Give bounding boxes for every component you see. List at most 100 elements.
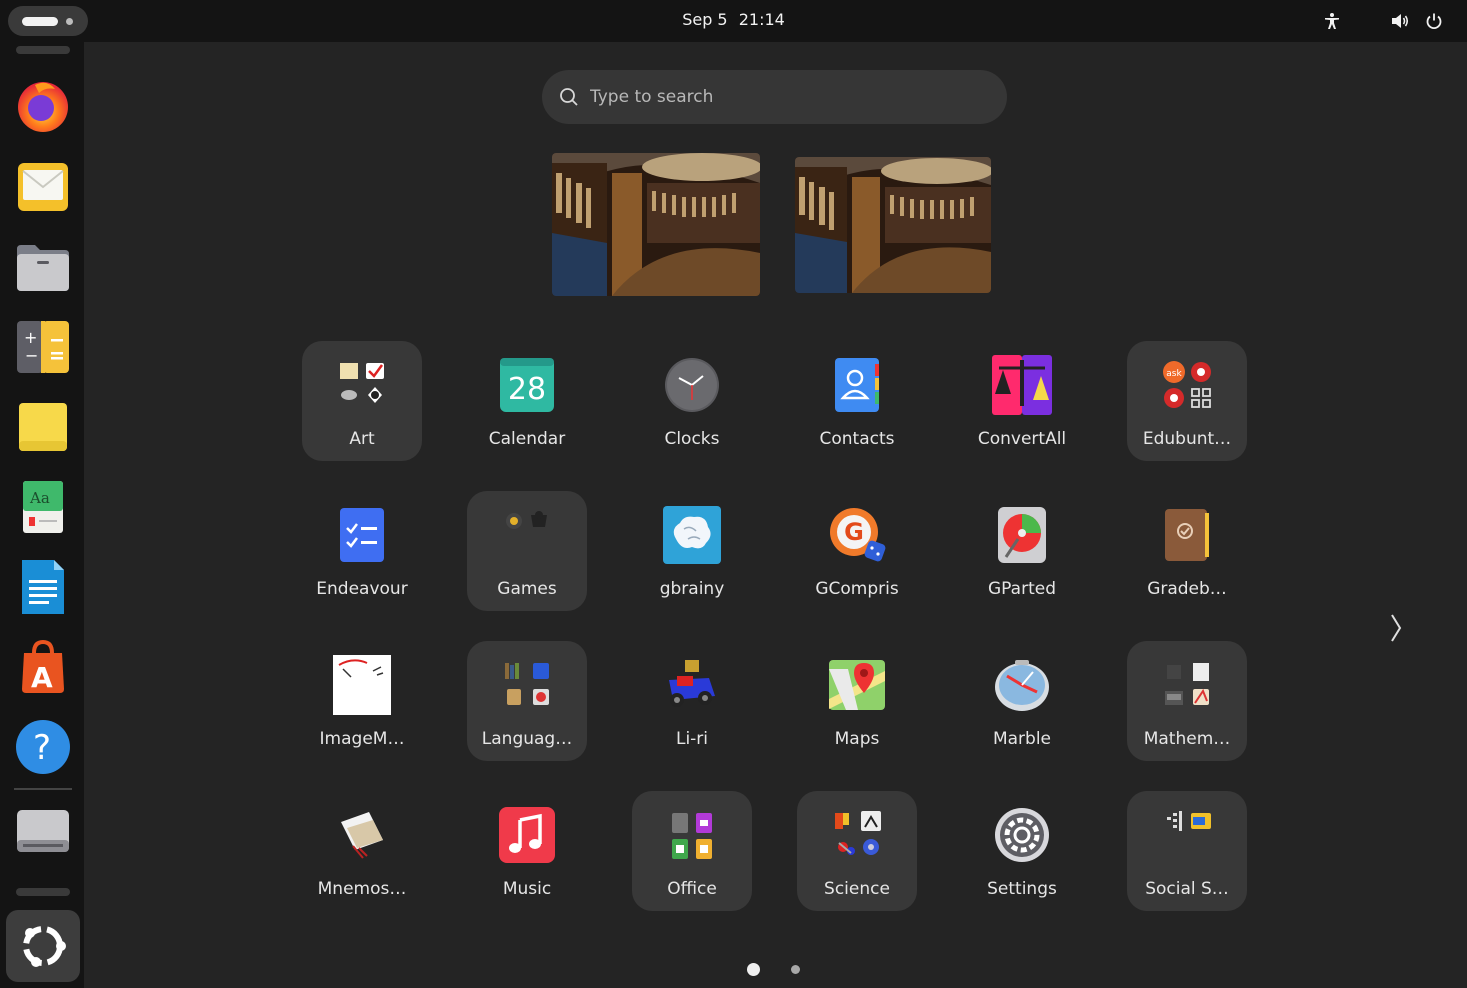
app-clocks[interactable]: Clocks: [632, 341, 752, 461]
dock-dictionary[interactable]: Aa: [14, 478, 72, 536]
app-label: Gradeb…: [1147, 579, 1227, 599]
app-label: Music: [502, 879, 552, 899]
app-label: ImageM…: [319, 729, 405, 749]
app-marble[interactable]: Marble: [962, 641, 1082, 761]
volume-icon[interactable]: [1388, 9, 1412, 33]
chevron-right-icon: [1391, 614, 1402, 642]
app-label: ConvertAll: [977, 429, 1067, 449]
svg-text:Aa: Aa: [29, 489, 50, 507]
workspace-thumbnail-1[interactable]: [552, 153, 760, 296]
dock-firefox[interactable]: [14, 76, 72, 134]
app-grid-view: Art 28 Calendar Clocks: [84, 42, 1467, 988]
app-label: Languag…: [481, 729, 573, 749]
app-contacts[interactable]: Contacts: [797, 341, 917, 461]
svg-text:+: +: [24, 328, 37, 347]
app-label: Office: [667, 879, 717, 899]
dock: + − Aa A ?: [0, 42, 84, 988]
dock-mail[interactable]: [14, 158, 72, 216]
app-language-folder[interactable]: Languag…: [467, 641, 587, 761]
maps-icon: [825, 653, 889, 717]
liri-icon: [660, 653, 724, 717]
gradebook-icon: [1155, 503, 1219, 567]
gcompris-icon: G: [825, 503, 889, 567]
app-games-folder[interactable]: Games: [467, 491, 587, 611]
convertall-icon: [990, 353, 1054, 417]
app-label: Clocks: [664, 429, 720, 449]
science-folder-icon: [825, 803, 889, 867]
app-liri[interactable]: Li-ri: [632, 641, 752, 761]
power-icon[interactable]: [1422, 9, 1446, 33]
app-mnemosyne[interactable]: Mnemos…: [302, 791, 422, 911]
dock-drive[interactable]: [14, 802, 72, 860]
app-label: Mathem…: [1143, 729, 1231, 749]
dictionary-icon: Aa: [23, 481, 63, 533]
contacts-icon: [825, 353, 889, 417]
office-folder-icon: [660, 803, 724, 867]
search-input[interactable]: [590, 80, 990, 114]
dock-files[interactable]: [14, 238, 72, 296]
games-folder-icon: [495, 503, 559, 567]
workspace-thumbnail-2[interactable]: [795, 157, 991, 293]
language-folder-icon: [495, 653, 559, 717]
clock-button[interactable]: Sep 5 21:14: [0, 10, 1467, 29]
app-gcompris[interactable]: G GCompris: [797, 491, 917, 611]
dock-scroll-top: [16, 46, 70, 54]
page-indicator-1[interactable]: [747, 963, 760, 976]
settings-icon: [990, 803, 1054, 867]
accessibility-icon[interactable]: [1320, 9, 1344, 33]
mathematics-folder-icon: [1155, 653, 1219, 717]
notes-icon: [19, 403, 67, 451]
dock-scroll-bottom: [16, 888, 70, 896]
app-settings[interactable]: Settings: [962, 791, 1082, 911]
edubuntu-folder-icon: ask: [1155, 353, 1219, 417]
app-mathematics-folder[interactable]: Mathem…: [1127, 641, 1247, 761]
app-calendar[interactable]: 28 Calendar: [467, 341, 587, 461]
app-label: Settings: [987, 879, 1057, 899]
app-science-folder[interactable]: Science: [797, 791, 917, 911]
app-label: gbrainy: [659, 579, 725, 599]
app-music[interactable]: Music: [467, 791, 587, 911]
app-gradebook[interactable]: Gradeb…: [1127, 491, 1247, 611]
app-convertall[interactable]: ConvertAll: [962, 341, 1082, 461]
app-label: Maps: [834, 729, 880, 749]
app-label: GParted: [988, 579, 1056, 599]
app-label: Calendar: [488, 429, 566, 449]
svg-text:ask: ask: [1166, 369, 1182, 379]
app-label: Science: [824, 879, 890, 899]
app-label: Mnemos…: [317, 879, 407, 899]
app-office-folder[interactable]: Office: [632, 791, 752, 911]
app-gparted[interactable]: GParted: [962, 491, 1082, 611]
library-wallpaper-image: [552, 153, 760, 296]
gbrainy-icon: [660, 503, 724, 567]
date-text: Sep 5: [682, 10, 728, 29]
art-folder-icon: [330, 353, 394, 417]
app-label: Art: [349, 429, 375, 449]
calculator-icon: + −: [17, 321, 69, 373]
dock-calculator[interactable]: + −: [14, 318, 72, 376]
calendar-day: 28: [508, 372, 546, 407]
dock-help[interactable]: ?: [14, 718, 72, 776]
app-label: Li-ri: [675, 729, 709, 749]
dock-writer[interactable]: [14, 558, 72, 616]
page-indicator-2[interactable]: [791, 965, 800, 974]
app-label: Social S…: [1145, 879, 1229, 899]
app-label: Contacts: [819, 429, 895, 449]
dock-app-center[interactable]: A: [14, 638, 72, 696]
app-imagemagick[interactable]: ImageM…: [302, 641, 422, 761]
app-edubuntu-folder[interactable]: ask Edubunt…: [1127, 341, 1247, 461]
endeavour-icon: [330, 503, 394, 567]
app-art-folder[interactable]: Art: [302, 341, 422, 461]
show-apps-button[interactable]: [6, 910, 80, 982]
app-maps[interactable]: Maps: [797, 641, 917, 761]
svg-text:A: A: [31, 661, 53, 694]
search-bar[interactable]: [542, 70, 1007, 124]
gparted-icon: [990, 503, 1054, 567]
app-gbrainy[interactable]: gbrainy: [632, 491, 752, 611]
next-page-button[interactable]: [1384, 610, 1408, 646]
show-apps-icon: [23, 926, 66, 967]
app-social-studies-folder[interactable]: Social S…: [1127, 791, 1247, 911]
top-bar: Sep 5 21:14: [0, 0, 1467, 42]
app-label: Marble: [992, 729, 1052, 749]
app-endeavour[interactable]: Endeavour: [302, 491, 422, 611]
dock-notes[interactable]: [14, 398, 72, 456]
